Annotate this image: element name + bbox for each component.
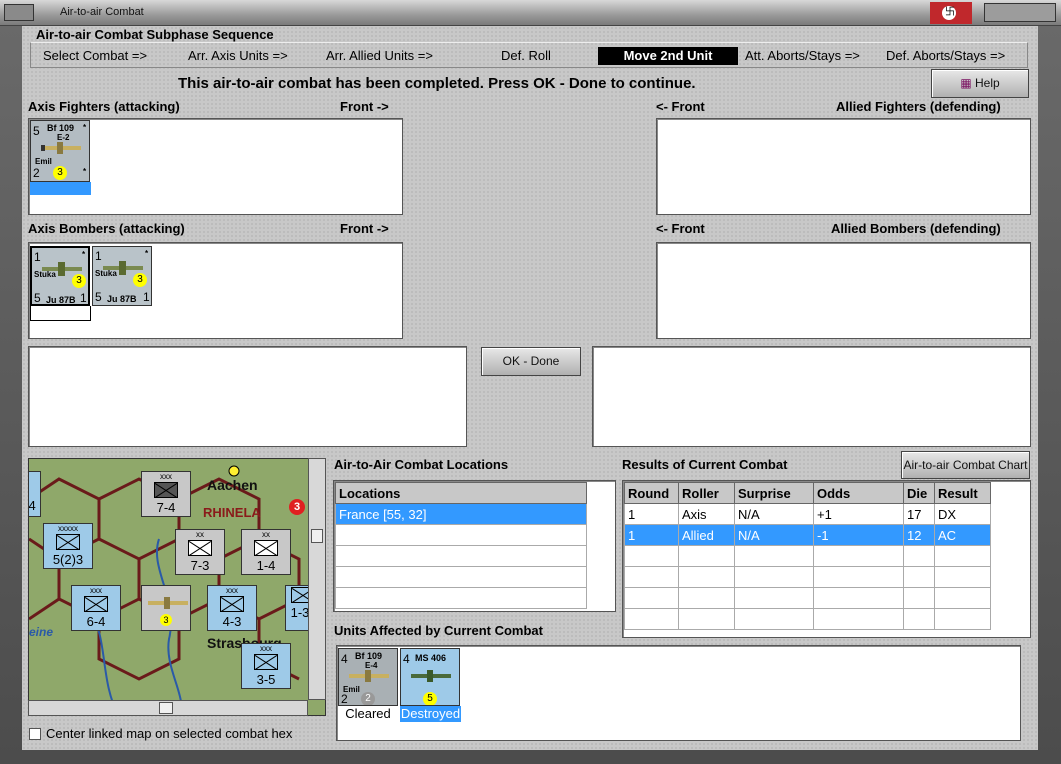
allied-fighters-front-label: <- Front [656, 99, 705, 114]
step-arr-axis-units: Arr. Axis Units => [188, 48, 288, 63]
axis-message-box [28, 346, 467, 447]
map-unit-5-2-3[interactable]: xxxxx 5(2)3 [43, 523, 93, 569]
allied-bombers-front-label: <- Front [656, 221, 705, 236]
map-combat-stack[interactable]: 3 [141, 585, 191, 631]
axis-bombers-label: Axis Bombers (attacking) [28, 221, 185, 236]
axis-fighter-unit[interactable]: 5 Bf 109 * E-2 Emil 2 3 * [30, 120, 90, 182]
axis-flag-icon: 卐 [930, 2, 972, 24]
axis-fighters-front-label: Front -> [340, 99, 389, 114]
help-book-icon: ▦ [960, 76, 972, 90]
axis-fighter-selection-bar [30, 182, 91, 195]
axis-bomber-selection-bar [30, 306, 91, 321]
step-att-aborts-stays: Att. Aborts/Stays => [745, 48, 860, 63]
center-map-checkbox[interactable] [29, 728, 41, 740]
affected-unit-bf109-status: Cleared [345, 706, 391, 721]
step-select-combat: Select Combat => [43, 48, 148, 63]
system-menu-button[interactable] [4, 4, 34, 21]
map-unit-7-3[interactable]: xx 7-3 [175, 529, 225, 575]
ok-done-button[interactable]: OK - Done [481, 347, 581, 376]
map-vscroll-thumb[interactable] [311, 529, 323, 543]
locations-table: Locations France [55, 32] [335, 482, 587, 609]
map-unit-3-5[interactable]: xxx 3-5 [241, 643, 291, 689]
result-row[interactable]: 1 Axis N/A +1 17 DX [624, 503, 991, 525]
location-row[interactable]: France [55, 32] [335, 503, 587, 525]
step-def-roll: Def. Roll [501, 48, 551, 63]
locations-list[interactable]: Locations France [55, 32] [333, 480, 616, 612]
allied-bombers-panel[interactable] [656, 242, 1031, 339]
map-unit-7-4[interactable]: xxx 7-4 [141, 471, 191, 517]
affected-unit-ms406[interactable]: 4 MS 406 5 [400, 648, 460, 706]
axis-fighters-label: Axis Fighters (attacking) [28, 99, 180, 114]
map-unit-6-4[interactable]: xxx 6-4 [71, 585, 121, 631]
help-label: Help [975, 76, 1000, 90]
allied-fighters-label: Allied Fighters (defending) [836, 99, 1001, 114]
window-title: Air-to-air Combat [60, 6, 144, 18]
air-combat-chart-button[interactable]: Air-to-air Combat Chart [901, 451, 1030, 479]
map-unit-edge[interactable]: -4 [29, 471, 41, 517]
linked-map[interactable]: Aachen RHINELA Strasbourg eine xxxxx 5(2… [28, 458, 326, 716]
step-def-aborts-stays: Def. Aborts/Stays => [886, 48, 1006, 63]
results-panel: Round Roller Surprise Odds Die Result 1A… [622, 480, 1031, 638]
rating-badge: 3 [72, 274, 86, 288]
map-label-rhine: eine [29, 625, 54, 639]
axis-bombers-front-label: Front -> [340, 221, 389, 236]
ms406-plane-icon [409, 669, 453, 683]
bf109-plane-icon [347, 669, 391, 683]
results-table: Round Roller Surprise Odds Die Result 1A… [624, 482, 991, 630]
axis-bomber-unit[interactable]: 1 * Stuka 3 5 Ju 87B 1 [30, 246, 90, 306]
rating-badge: 2 [361, 692, 375, 705]
result-row[interactable]: 1 Allied N/A -1 12 AC [624, 524, 991, 546]
map-unit-1-4[interactable]: xx 1-4 [241, 529, 291, 575]
results-title: Results of Current Combat [622, 457, 788, 472]
center-map-checkbox-label: Center linked map on selected combat hex [46, 726, 293, 741]
map-hscroll-thumb[interactable] [159, 702, 173, 714]
locations-title: Air-to-Air Combat Locations [334, 457, 509, 472]
map-label-rhineland: RHINELA [203, 505, 261, 520]
allied-message-box [592, 346, 1031, 447]
help-button[interactable]: ▦ Help [931, 69, 1029, 98]
rating-badge: 3 [53, 166, 67, 180]
subphase-title: Air-to-air Combat Subphase Sequence [36, 27, 274, 42]
map-vertical-scrollbar[interactable] [308, 458, 326, 700]
map-label-aachen: Aachen [207, 477, 258, 493]
locations-header: Locations [335, 482, 587, 504]
affected-unit-bf109[interactable]: 4 Bf 109 E-4 Emil 2 2 [338, 648, 398, 706]
map-stack-counter: 3 [289, 499, 305, 515]
combat-stack-badge: 3 [160, 614, 172, 626]
title-bar: Air-to-air Combat 卐 [0, 0, 1061, 26]
map-unit-4-3[interactable]: xxx 4-3 [207, 585, 257, 631]
combat-plane-icon [146, 596, 188, 610]
allied-fighters-panel[interactable] [656, 118, 1031, 215]
rating-badge: 3 [133, 273, 147, 287]
subphase-steps: Select Combat => Arr. Axis Units => Arr.… [28, 47, 1028, 67]
step-arr-allied-units: Arr. Allied Units => [326, 48, 433, 63]
map-horizontal-scrollbar[interactable] [28, 700, 308, 716]
bf109-plane-icon [39, 141, 83, 155]
affected-unit-ms406-status: Destroyed [400, 706, 461, 722]
affected-title: Units Affected by Current Combat [334, 623, 543, 638]
step-move-2nd-unit: Move 2nd Unit [598, 47, 738, 65]
axis-bomber-unit[interactable]: 1 * Stuka 3 5 Ju 87B 1 [92, 246, 152, 306]
window-control-button[interactable] [984, 3, 1056, 22]
rating-badge: 5 [423, 692, 437, 705]
status-message: This air-to-air combat has been complete… [178, 75, 696, 92]
allied-bombers-label: Allied Bombers (defending) [831, 221, 1001, 236]
